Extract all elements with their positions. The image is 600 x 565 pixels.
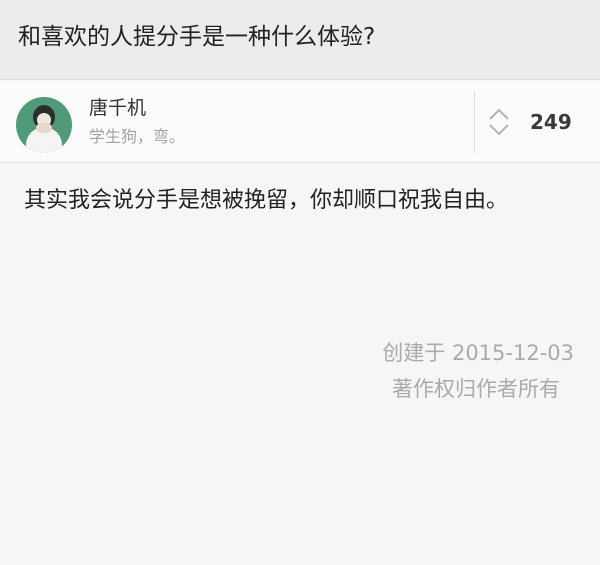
avatar-hands: [36, 123, 52, 133]
question-header: 和喜欢的人提分手是一种什么体验?: [0, 0, 600, 80]
author-bar: 唐千机 学生狗，弯。 249: [0, 81, 600, 163]
copyright-notice: 著作权归作者所有: [392, 377, 560, 401]
author-avatar[interactable]: [16, 97, 72, 153]
question-title[interactable]: 和喜欢的人提分手是一种什么体验?: [18, 20, 375, 54]
author-bio: 学生狗，弯。: [89, 127, 186, 146]
vote-arrows-icon[interactable]: [486, 106, 512, 138]
vote-divider: [474, 91, 475, 153]
author-name[interactable]: 唐千机: [89, 95, 146, 121]
vote-count: 249: [530, 110, 572, 134]
answer-text: 其实我会说分手是想被挽留，你却顺口祝我自由。: [24, 188, 509, 213]
created-date: 创建于 2015-12-03: [382, 341, 574, 365]
